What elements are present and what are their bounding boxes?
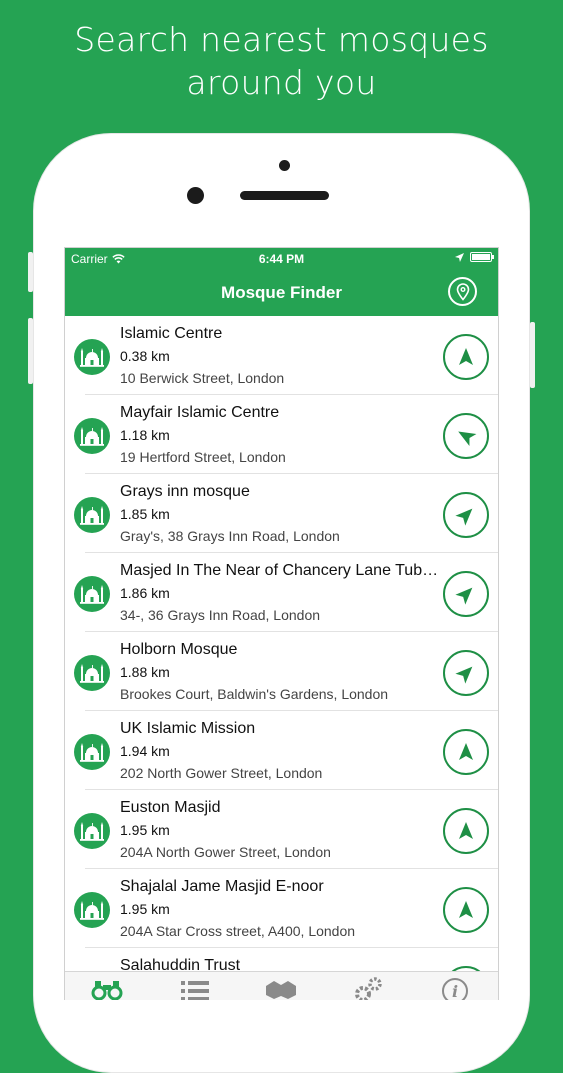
mosque-address: Brookes Court, Baldwin's Gardens, London (120, 686, 389, 702)
navigation-arrow-icon (459, 901, 473, 918)
promo-headline: Search nearest mosques around you (0, 18, 563, 104)
tab-community[interactable] (261, 976, 301, 1000)
mosque-name: Holborn Mosque (120, 641, 238, 658)
mosque-name: Mayfair Islamic Centre (120, 404, 280, 421)
phone-sensor (279, 160, 290, 171)
location-arrow-icon (455, 252, 464, 262)
gears-icon (355, 977, 382, 1000)
app-screen: Carrier 6:44 PM Mosque Finder Islamic Ce… (64, 247, 499, 1000)
mosque-icon (74, 418, 110, 454)
mosque-row[interactable]: Masjed In The Near of Chancery Lane Tube… (65, 553, 498, 632)
mosque-icon (74, 339, 110, 375)
mosque-distance: 1.86 km (120, 585, 170, 601)
tab-bar: i (65, 971, 498, 1000)
mosque-icon (74, 892, 110, 928)
mosque-name: Euston Masjid (120, 799, 221, 816)
mosque-row[interactable]: UK Islamic Mission 1.94 km 202 North Gow… (65, 711, 498, 790)
mosque-icon (74, 497, 110, 533)
tab-nearby[interactable] (87, 976, 127, 1000)
directions-button[interactable] (443, 808, 489, 854)
mosque-distance: 1.94 km (120, 743, 170, 759)
battery-icon (470, 252, 494, 262)
mosque-address: 204A North Gower Street, London (120, 844, 331, 860)
list-icon (181, 981, 209, 1000)
mosque-distance: 1.85 km (120, 506, 170, 522)
navigation-arrow-icon (455, 587, 473, 605)
mosque-name: UK Islamic Mission (120, 720, 256, 737)
mosque-row[interactable]: Islamic Centre 0.38 km 10 Berwick Street… (65, 316, 498, 395)
directions-button[interactable] (443, 650, 489, 696)
mosque-icon (74, 813, 110, 849)
promo-headline-line2: around you (186, 63, 377, 102)
mosque-name: Islamic Centre (120, 325, 223, 342)
page-title: Mosque Finder (221, 283, 342, 302)
phone-speaker (240, 191, 329, 200)
mosque-distance: 1.88 km (120, 664, 170, 680)
mosque-name: Masjed In The Near of Chancery Lane Tube… (120, 562, 440, 579)
mosque-list[interactable]: Islamic Centre 0.38 km 10 Berwick Street… (65, 316, 498, 1000)
directions-button[interactable] (443, 413, 489, 459)
phone-power-button (530, 322, 535, 388)
mosque-distance: 1.18 km (120, 427, 170, 443)
navigation-arrow-icon (455, 666, 473, 684)
navigation-arrow-icon (459, 822, 473, 839)
mosque-row[interactable]: Shajalal Jame Masjid E-noor 1.95 km 204A… (65, 869, 498, 948)
mosque-row[interactable]: Holborn Mosque 1.88 km Brookes Court, Ba… (65, 632, 498, 711)
handshake-icon (266, 981, 296, 999)
mosque-address: Gray's, 38 Grays Inn Road, London (120, 528, 340, 544)
directions-button[interactable] (443, 571, 489, 617)
directions-button[interactable] (443, 887, 489, 933)
mosque-icon (74, 576, 110, 612)
mosque-icon (74, 655, 110, 691)
phone-front-camera (187, 187, 204, 204)
mosque-address: 202 North Gower Street, London (120, 765, 323, 781)
status-bar: Carrier 6:44 PM (65, 248, 498, 270)
mosque-address: 204A Star Cross street, A400, London (120, 923, 356, 939)
navigation-arrow-icon (458, 431, 477, 447)
binoculars-icon (91, 981, 123, 1000)
mosque-row[interactable]: Euston Masjid 1.95 km 204A North Gower S… (65, 790, 498, 869)
mosque-address: 19 Hertford Street, London (120, 449, 286, 465)
tab-info[interactable]: i (435, 976, 475, 1000)
svg-text:i: i (452, 982, 458, 1000)
info-icon: i (442, 978, 468, 1000)
map-pin-button[interactable] (448, 277, 477, 306)
tab-list[interactable] (175, 976, 215, 1000)
mosque-distance: 1.95 km (120, 822, 170, 838)
mosque-name: Grays inn mosque (120, 483, 250, 500)
directions-button[interactable] (443, 492, 489, 538)
navigation-arrow-icon (459, 348, 473, 365)
promo-headline-line1: Search nearest mosques (74, 20, 489, 59)
mosque-distance: 0.38 km (120, 348, 170, 364)
navigation-bar: Mosque Finder (65, 270, 498, 316)
directions-button[interactable] (443, 729, 489, 775)
mosque-row[interactable]: Mayfair Islamic Centre 1.18 km 19 Hertfo… (65, 395, 498, 474)
mosque-icon (74, 734, 110, 770)
directions-button[interactable] (443, 334, 489, 380)
navigation-arrow-icon (455, 508, 473, 526)
tab-settings[interactable] (348, 976, 388, 1000)
status-time: 6:44 PM (258, 252, 305, 266)
mosque-name: Shajalal Jame Masjid E-noor (120, 878, 324, 895)
navigation-arrow-icon (459, 743, 473, 760)
mosque-row[interactable]: Grays inn mosque 1.85 km Gray's, 38 Gray… (65, 474, 498, 553)
map-pin-icon (456, 282, 469, 301)
mosque-address: 10 Berwick Street, London (120, 370, 285, 386)
mosque-address: 34-, 36 Grays Inn Road, London (120, 607, 321, 623)
mosque-distance: 1.95 km (120, 901, 170, 917)
